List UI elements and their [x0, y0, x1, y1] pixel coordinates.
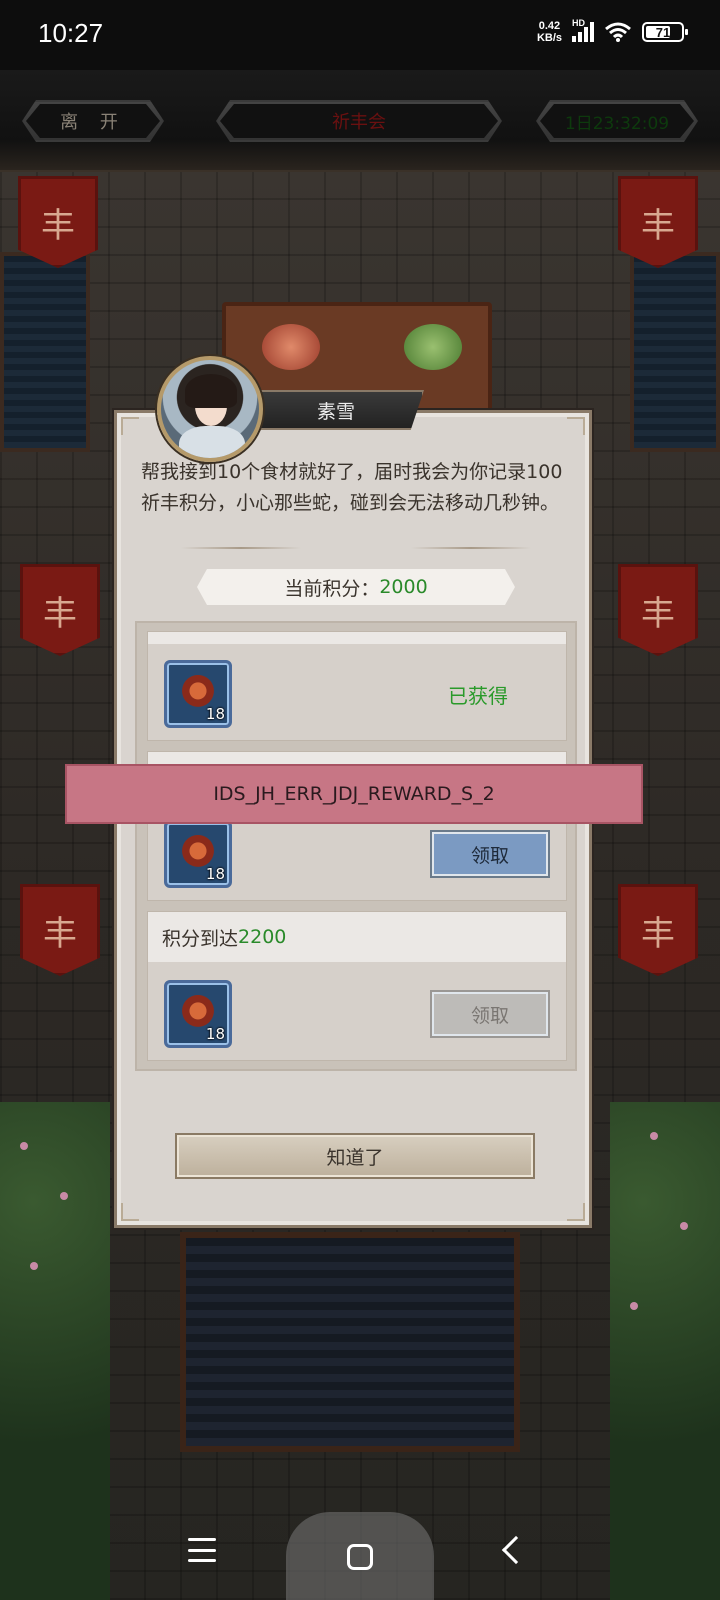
reward-header-target: 2200: [238, 926, 287, 948]
banner-top-left: 丰: [18, 176, 98, 268]
current-score-banner: 当前积分： 2000: [197, 569, 515, 605]
reward-header: 积分到达 2200: [148, 912, 566, 962]
melon-plate-icon: [404, 324, 462, 370]
battle-flag-icon[interactable]: 18: [164, 660, 232, 728]
score-label: 当前积分：: [284, 577, 380, 600]
scene-gate: [180, 1232, 520, 1452]
reward-obtained-label: 已获得: [448, 684, 508, 708]
fruit-plate-icon: [262, 324, 320, 370]
reward-row: 积分到达 2200 18 领取: [147, 911, 567, 1061]
network-speed-value: 0.42: [538, 20, 561, 32]
item-count: 18: [205, 705, 225, 723]
leave-button[interactable]: 离 开: [26, 104, 160, 138]
countdown-timer: 1日23:32:09: [540, 104, 694, 138]
reward-header-label: 积分到达: [162, 927, 239, 950]
npc-avatar: [157, 356, 263, 462]
banner-low-right: 丰: [618, 884, 698, 976]
npc-name-plate: 素雪: [258, 390, 424, 430]
home-icon[interactable]: [347, 1544, 373, 1570]
item-count: 18: [205, 865, 225, 883]
leave-button-frame[interactable]: 离 开: [22, 100, 164, 142]
battle-flag-icon[interactable]: 18: [164, 980, 232, 1048]
banner-mid-right: 丰: [618, 564, 698, 656]
countdown-frame: 1日23:32:09: [536, 100, 698, 142]
system-nav-bar: [0, 1500, 720, 1600]
npc-message: 帮我接到10个食材就好了，届时我会为你记录100祈丰积分，小心那些蛇，碰到会无法…: [141, 461, 563, 514]
status-time: 10:27: [38, 18, 104, 48]
status-bar: 10:27 0.42 KB/s HD 71: [0, 0, 720, 70]
battery-level: 71: [655, 24, 671, 40]
reward-list[interactable]: 18 已获得 18 领取 积分到达 2200 18 领取: [135, 621, 577, 1071]
battle-flag-icon[interactable]: 18: [164, 820, 232, 888]
battery-icon: 71: [642, 22, 688, 42]
divider-ornament-left: [181, 547, 301, 549]
claim-button-disabled[interactable]: 领取: [430, 990, 550, 1038]
confirm-button[interactable]: 知道了: [175, 1133, 535, 1179]
divider-ornament-right: [411, 547, 531, 549]
game-top-bar: 离 开 祈丰会 1日23:32:09: [0, 70, 720, 172]
error-toast: IDS_JH_ERR_JDJ_REWARD_S_2: [65, 764, 643, 824]
reward-header: [148, 632, 566, 644]
event-title-frame: 祈丰会: [216, 100, 502, 142]
event-title: 祈丰会: [220, 104, 498, 138]
network-speed: 0.42 KB/s: [537, 20, 562, 44]
cell-signal-group: HD: [572, 18, 594, 42]
banner-low-left: 丰: [20, 884, 100, 976]
scene-window-right: [630, 252, 720, 452]
reward-row: 18 已获得: [147, 631, 567, 741]
claim-button[interactable]: 领取: [430, 830, 550, 878]
network-type-label: HD: [572, 18, 585, 28]
network-speed-unit: KB/s: [536, 32, 562, 44]
banner-mid-left: 丰: [20, 564, 100, 656]
wifi-icon: [605, 22, 631, 42]
banner-top-right: 丰: [618, 176, 698, 268]
score-value: 2000: [379, 576, 428, 598]
scene-window-left: [0, 252, 90, 452]
back-icon[interactable]: [501, 1535, 531, 1565]
menu-icon[interactable]: [188, 1538, 216, 1562]
status-indicators: 0.42 KB/s HD 71: [537, 18, 688, 44]
item-count: 18: [205, 1025, 225, 1043]
